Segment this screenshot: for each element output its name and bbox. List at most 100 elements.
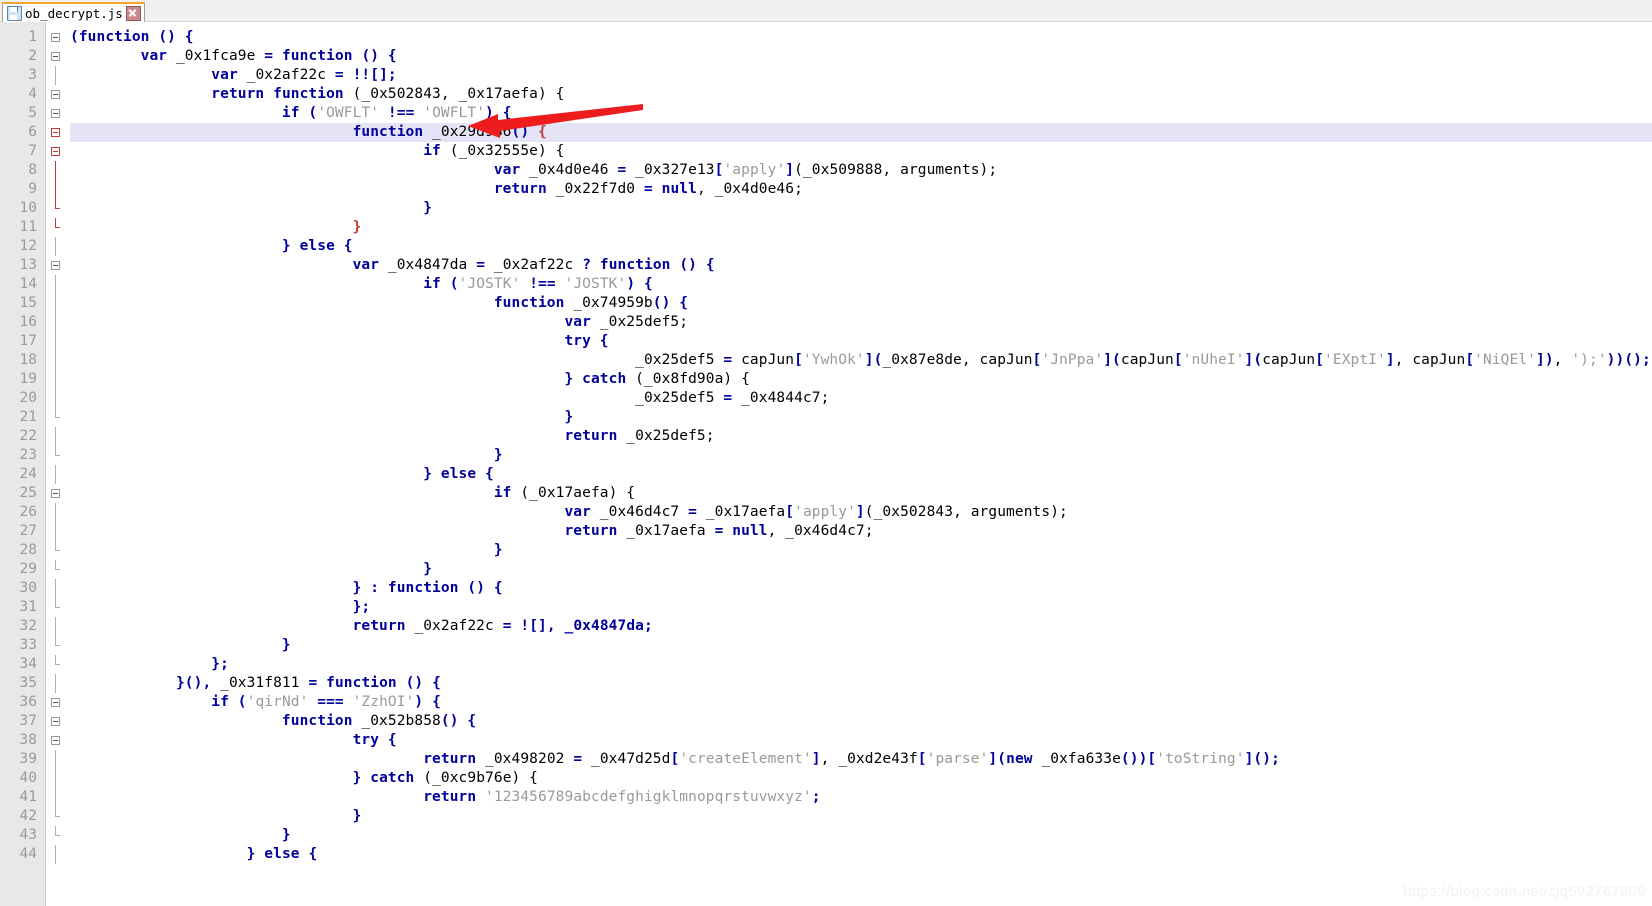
fold-marker [46,351,70,370]
fold-collapse-icon[interactable] [51,90,60,99]
line-number: 3 [28,67,37,83]
fold-marker[interactable] [46,693,70,712]
code-line[interactable]: if ('OWFLT' !== 'OWFLT') { [70,104,1652,123]
fold-marker[interactable] [46,85,70,104]
code-line[interactable]: } [70,826,1652,845]
code-line[interactable]: (function () { [70,28,1652,47]
code-line[interactable]: } catch (_0x8fd90a) { [70,370,1652,389]
fold-guide-line [55,750,56,769]
code-line[interactable]: return _0x25def5; [70,427,1652,446]
fold-collapse-icon[interactable] [51,33,60,42]
code-line[interactable]: return _0x22f7d0 = null, _0x4d0e46; [70,180,1652,199]
fold-collapse-icon[interactable] [51,147,60,156]
fold-collapse-icon[interactable] [51,128,60,137]
code-line[interactable]: } [70,218,1652,237]
code-line[interactable]: } [70,560,1652,579]
line-number: 37 [19,713,37,729]
code-line[interactable]: return '123456789abcdefghigklmnopqrstuvw… [70,788,1652,807]
code-line[interactable]: return _0x17aefa = null, _0x46d4c7; [70,522,1652,541]
fold-collapse-icon[interactable] [51,261,60,270]
code-editor[interactable]: 1 2 3 4 5 6 7 8 9 10 11 12 13 14 15 16 17 18 19 20 21 22 23 24 2… [0,22,1652,906]
code-line[interactable]: var _0x4847da = _0x2af22c ? function () … [70,256,1652,275]
code-line[interactable]: }; [70,598,1652,617]
code-line[interactable]: } [70,408,1652,427]
code-line[interactable]: var _0x25def5; [70,313,1652,332]
code-line[interactable]: try { [70,332,1652,351]
code-line[interactable]: return _0x498202 = _0x47d25d['createElem… [70,750,1652,769]
code-line[interactable]: _0x25def5 = capJun['YwhOk'](_0x87e8de, c… [70,351,1652,370]
code-line[interactable]: } [70,446,1652,465]
code-line[interactable]: } [70,807,1652,826]
code-line[interactable]: if ('JOSTK' !== 'JOSTK') { [70,275,1652,294]
fold-collapse-icon[interactable] [51,717,60,726]
fold-marker [46,389,70,408]
code-token: } [423,466,441,482]
code-token: } [281,238,300,254]
code-line[interactable]: var _0x1fca9e = function () { [70,47,1652,66]
code-line[interactable]: if (_0x17aefa) { [70,484,1652,503]
fold-collapse-icon[interactable] [51,489,60,498]
code-line[interactable]: } [70,199,1652,218]
code-line[interactable]: return _0x2af22c = ![], _0x4847da; [70,617,1652,636]
code-token: _0x31f811 [220,675,309,691]
fold-marker[interactable] [46,47,70,66]
close-icon[interactable] [125,5,141,21]
code-token: _0x2af22c [485,257,583,273]
code-token: else [299,238,335,254]
code-token: '123456789abcdefghigklmnopqrstuvwxyz' [485,789,812,805]
code-token: { [299,846,318,862]
code-token: (_0x32555e) { [440,143,565,159]
code-line[interactable]: function _0x52b858() { [70,712,1652,731]
code-line[interactable]: function _0x74959b() { [70,294,1652,313]
fold-marker[interactable] [46,142,70,161]
fold-collapse-icon[interactable] [51,109,60,118]
code-token: { [476,466,494,482]
code-line[interactable]: if (_0x32555e) { [70,142,1652,161]
fold-collapse-icon[interactable] [51,698,60,707]
code-line[interactable]: } else { [70,465,1652,484]
code-line[interactable]: } else { [70,845,1652,864]
code-line[interactable]: } : function () { [70,579,1652,598]
code-line[interactable]: var _0x4d0e46 = _0x327e13['apply'](_0x50… [70,161,1652,180]
fold-marker[interactable] [46,484,70,503]
fold-end-marker [55,807,60,817]
editor-tab-ob-decrypt-js[interactable]: ob_decrypt.js [2,2,145,22]
code-line[interactable]: } else { [70,237,1652,256]
fold-marker[interactable] [46,712,70,731]
code-line[interactable]: _0x25def5 = _0x4844c7; [70,389,1652,408]
fold-marker [46,218,70,237]
fold-guide-line [55,788,56,807]
code-line[interactable]: }(), _0x31f811 = function () { [70,674,1652,693]
code-line[interactable]: } [70,541,1652,560]
line-number: 32 [19,618,37,634]
fold-guide-line [55,66,56,85]
code-line[interactable]: return function (_0x502843, _0x17aefa) { [70,85,1652,104]
code-line[interactable]: function _0x29d986() { [70,123,1652,142]
code-folding-gutter[interactable] [46,22,70,906]
code-line[interactable]: }; [70,655,1652,674]
code-token: 'JOSTK' [458,276,521,292]
code-line[interactable]: } catch (_0xc9b76e) { [70,769,1652,788]
code-line[interactable]: try { [70,731,1652,750]
code-line[interactable]: var _0x2af22c = !![]; [70,66,1652,85]
code-content-area[interactable]: (function () { var _0x1fca9e = function … [70,22,1652,906]
code-line[interactable]: if ('qirNd' === 'ZzhOI') { [70,693,1652,712]
code-line[interactable]: var _0x46d4c7 = _0x17aefa['apply'](_0x50… [70,503,1652,522]
fold-collapse-icon[interactable] [51,52,60,61]
watermark-text: https://blog.csdn.net/zjq592767809 [1403,883,1646,900]
fold-marker[interactable] [46,123,70,142]
code-line[interactable]: } [70,636,1652,655]
fold-marker[interactable] [46,731,70,750]
fold-marker[interactable] [46,28,70,47]
fold-marker[interactable] [46,104,70,123]
code-token: }(), [175,675,221,691]
code-token: [ [917,751,927,767]
fold-collapse-icon[interactable] [51,736,60,745]
fold-marker [46,161,70,180]
fold-marker[interactable] [46,256,70,275]
